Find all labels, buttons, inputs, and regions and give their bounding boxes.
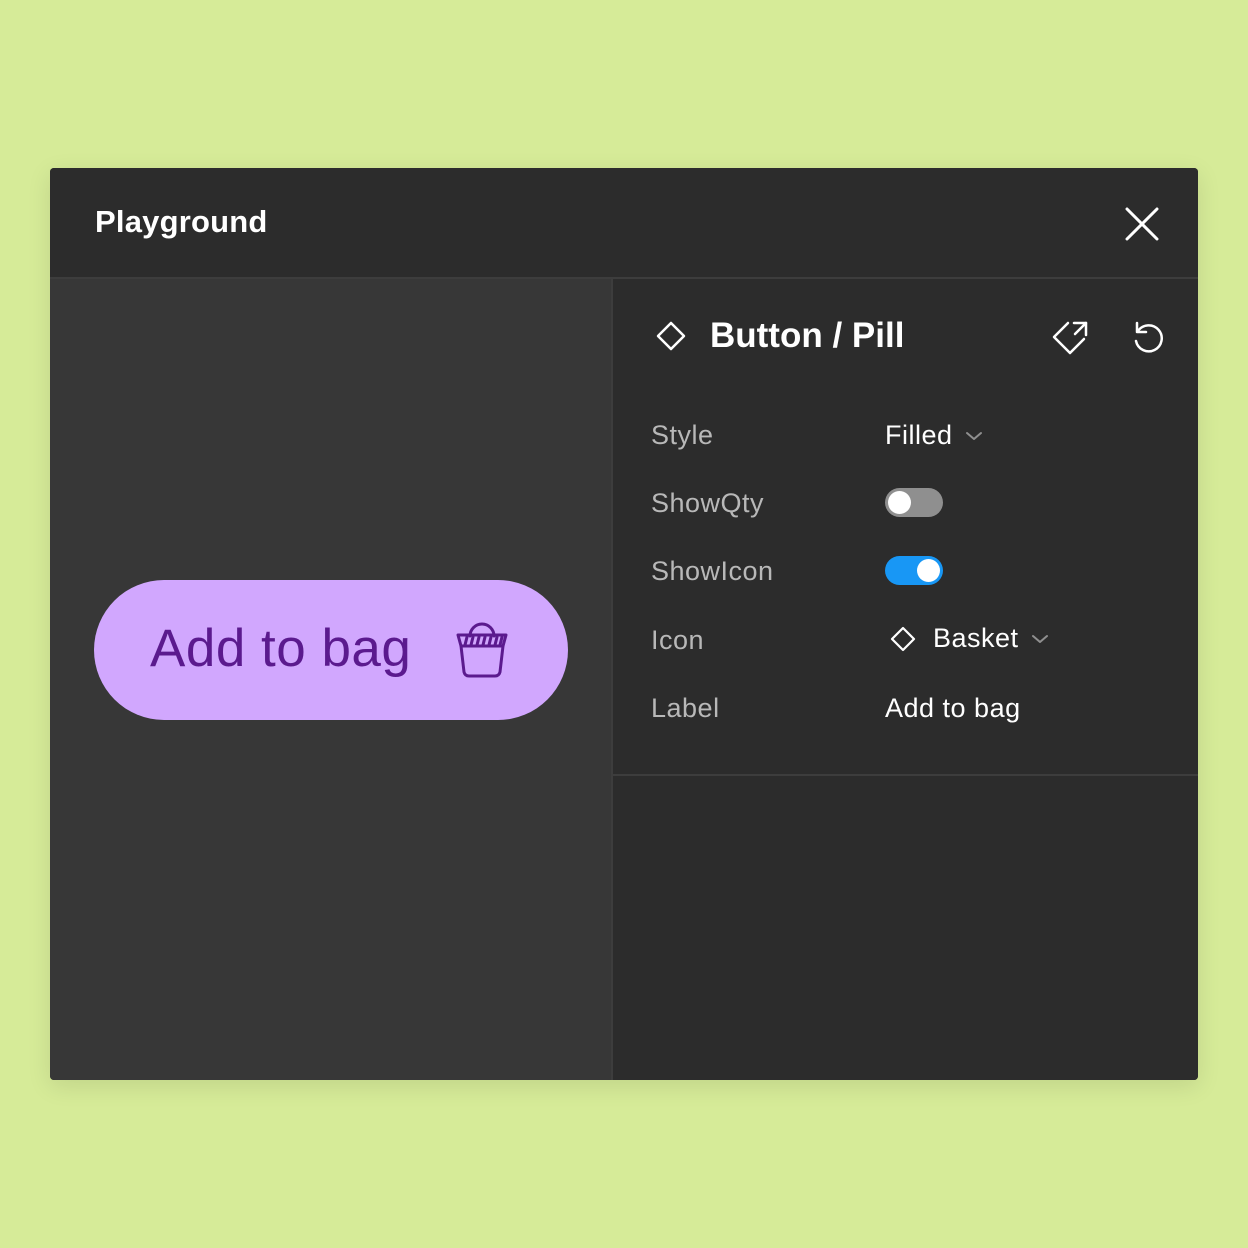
showicon-toggle[interactable] (885, 556, 943, 585)
chevron-down-icon (965, 431, 982, 440)
button-preview-label: Add to bag (150, 619, 412, 678)
showicon-label: ShowIcon (651, 556, 774, 586)
go-to-component-button[interactable] (1050, 317, 1094, 361)
reset-button[interactable] (1129, 319, 1169, 359)
properties-panel: Button / Pill Style Filled ShowQty ShowI… (613, 279, 1198, 1080)
component-link-icon (1052, 321, 1088, 355)
window-title: Playground (95, 204, 268, 239)
title-bar: Playground (50, 168, 1198, 279)
icon-label: Icon (651, 625, 705, 655)
style-label: Style (651, 420, 714, 450)
properties-section: Button / Pill Style Filled ShowQty ShowI… (613, 279, 1198, 776)
toggle-knob (888, 491, 911, 514)
showqty-label: ShowQty (651, 488, 765, 518)
component-diamond-icon (890, 626, 916, 651)
label-label: Label (651, 693, 720, 723)
component-title: Button / Pill (710, 316, 905, 355)
reset-icon (1134, 321, 1163, 353)
style-value: Filled (885, 420, 953, 450)
toggle-knob (917, 559, 940, 582)
basket-icon (456, 622, 508, 678)
icon-value: Basket (933, 623, 1019, 653)
close-button[interactable] (1122, 204, 1162, 244)
add-to-bag-button-preview[interactable]: Add to bag (94, 580, 568, 720)
preview-canvas: Add to bag (50, 279, 613, 1080)
component-diamond-icon (656, 321, 686, 351)
chevron-down-icon (1031, 634, 1048, 643)
showqty-toggle[interactable] (885, 488, 943, 517)
icon-dropdown[interactable]: Basket (889, 623, 1049, 654)
label-input[interactable]: Add to bag (885, 693, 1021, 724)
playground-window: Playground Add to bag Button / Pill Styl… (50, 168, 1198, 1080)
style-dropdown[interactable]: Filled (885, 420, 983, 451)
close-icon (1125, 207, 1159, 241)
